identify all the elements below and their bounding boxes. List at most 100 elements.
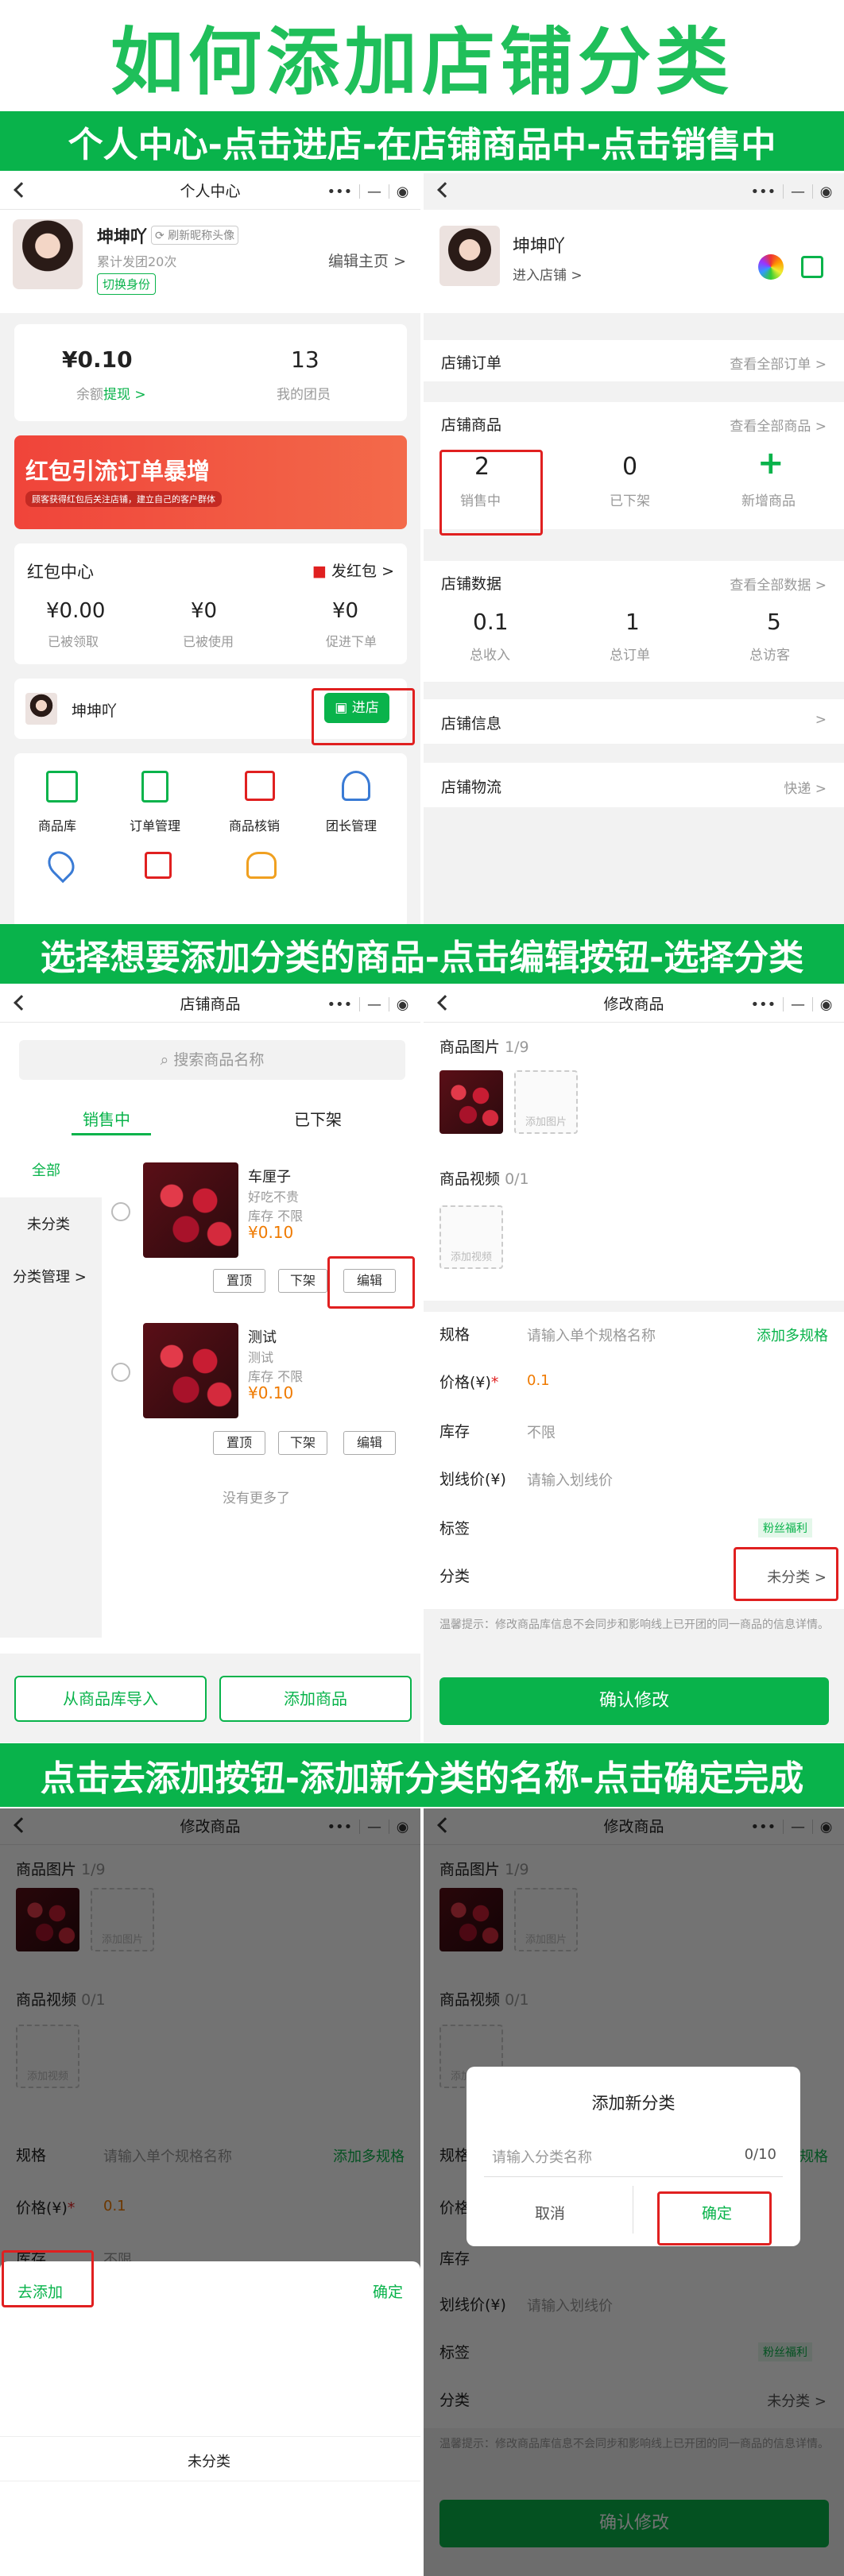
product-image <box>143 1323 238 1418</box>
bag-icon[interactable] <box>245 771 275 801</box>
shop-header: 坤坤吖 进入店铺 > <box>424 210 844 313</box>
withdraw-link[interactable]: 提现 > <box>103 387 146 403</box>
spec-input[interactable]: 请输入单个规格名称 <box>527 1325 656 1345</box>
switch-identity-button[interactable]: 切换身份 <box>97 273 157 295</box>
page-title: 如何添加店铺分类 <box>110 19 734 105</box>
highlight-on-sale <box>439 450 543 536</box>
step3-banner: 点击去添加按钮-添加新分类的名称-点击确定完成 <box>0 1743 844 1807</box>
select-radio[interactable] <box>111 1202 130 1221</box>
capsule-menu[interactable]: •••—◉ <box>323 992 412 1016</box>
add-video-box[interactable]: 添加视频 <box>439 1205 503 1269</box>
step2-banner: 选择想要添加分类的商品-点击编辑按钮-选择分类 <box>0 924 844 984</box>
group-count: 累计发团20次 <box>97 254 177 269</box>
tab-underline <box>72 1133 151 1135</box>
shop-data-section: 店铺数据 查看全部数据 > 0.1 总收入 1 总订单 5 总访客 <box>424 561 844 682</box>
add-category-screen: 修改商品 •••—◉ 商品图片 1/9 添加图片 商品视频 0/1 添加视频 规… <box>424 1808 844 2576</box>
add-goods-button[interactable]: 添加商品 <box>219 1676 412 1722</box>
pin-top-button[interactable]: 置顶 <box>213 1431 265 1455</box>
shop-screen: ••• — ◉ 坤坤吖 进入店铺 > 店铺订单 查看全部订单 > 店铺商品 查看全部商品… <box>424 173 844 924</box>
color-wheel-icon[interactable] <box>758 254 784 280</box>
shop-avatar <box>439 226 500 286</box>
capsule-menu[interactable]: •••—◉ <box>747 180 836 203</box>
no-more-text: 没有更多了 <box>223 1491 290 1507</box>
red-packet-center: 红包中心 ■ 发红包 > ¥0.00 已被领取 ¥0 已被使用 ¥0 促进下单 <box>14 543 407 664</box>
product-image <box>143 1162 238 1258</box>
balance-card: ¥0.10 余额提现 > 13 我的团员 <box>14 324 407 421</box>
user-name: 坤坤吖 <box>97 227 147 246</box>
edit-goods-screen: 修改商品 ••• — ◉ 商品图片 1/9 添加图片 商品视频 0/1 添加视频 规… <box>424 986 844 1742</box>
off-shelf-count[interactable]: 0 <box>622 453 637 481</box>
personal-center-screen: 个人中心 ••• — ◉ 坤坤吖 ⟳ 刷新昵称头像 累计发团20次 切换身份 编辑主… <box>0 173 420 924</box>
edit-home-link[interactable]: 编辑主页 > <box>328 249 406 271</box>
tip-text: 温馨提示：修改商品库信息不会同步和影响线上已开团的同一商品的信息详情。 <box>439 1619 829 1631</box>
nav-bar: 个人中心 ••• — ◉ <box>0 173 420 210</box>
capsule-menu[interactable]: •••—◉ <box>747 992 836 1016</box>
category-option[interactable]: 未分类 <box>188 2450 230 2471</box>
nav-bar: 修改商品 •••—◉ <box>424 986 844 1023</box>
char-counter: 0/10 <box>744 2146 776 2163</box>
cube-icon[interactable] <box>46 771 78 803</box>
back-icon[interactable] <box>437 182 453 198</box>
off-shelf-button[interactable]: 下架 <box>278 1431 327 1455</box>
avatar <box>13 219 83 289</box>
team-icon[interactable] <box>246 852 277 879</box>
category-sheet: 去添加 确定 未分类 <box>0 2261 420 2576</box>
search-input[interactable]: ⌕ 搜索商品名称 <box>19 1040 405 1080</box>
shop-goods-screen: 店铺商品 ••• — ◉ ⌕ 搜索商品名称 销售中 已下架 全部 未分类 分类管理 … <box>0 986 420 1742</box>
select-radio[interactable] <box>111 1363 130 1382</box>
nav-bar: 店铺商品 ••• — ◉ <box>0 986 420 1023</box>
location-icon[interactable] <box>42 845 80 884</box>
add-image-box[interactable]: 添加图片 <box>514 1070 578 1134</box>
capsule-menu[interactable]: •••—◉ <box>323 180 412 203</box>
red-packet-icon: ■ <box>312 563 327 580</box>
category-name-input[interactable]: 请输入分类名称 <box>492 2146 592 2167</box>
send-red-packet-link[interactable]: 发红包 > <box>331 563 394 580</box>
sidebar-item-category-manage[interactable]: 分类管理 > <box>13 1266 87 1286</box>
members-value: 13 <box>291 346 319 373</box>
balance-value: ¥0.10 <box>62 346 133 373</box>
pin-top-button[interactable]: 置顶 <box>213 1269 265 1293</box>
tools-grid: 商品库 订单管理 商品核销 团长管理 <box>14 753 407 924</box>
enter-store-link[interactable]: 进入店铺 > <box>513 264 583 284</box>
highlight-go-add <box>2 2250 94 2307</box>
sidebar-item-all[interactable]: 全部 <box>0 1145 102 1197</box>
order-icon[interactable] <box>141 771 168 803</box>
tab-off-shelf[interactable]: 已下架 <box>294 1107 342 1130</box>
product-name: 测试 <box>248 1329 277 1346</box>
line-price-input[interactable]: 请输入划线价 <box>527 1469 613 1490</box>
cancel-button[interactable]: 取消 <box>467 2186 633 2241</box>
highlight-category <box>734 1547 838 1601</box>
product-name: 车厘子 <box>248 1169 291 1186</box>
leader-icon[interactable] <box>342 771 370 801</box>
off-shelf-button[interactable]: 下架 <box>278 1269 327 1293</box>
highlight-confirm <box>657 2191 772 2245</box>
tag-badge[interactable]: 粉丝福利 <box>758 1518 812 1537</box>
edit-button[interactable]: 编辑 <box>343 1431 396 1455</box>
shop-orders-row[interactable]: 店铺订单 查看全部订单 > <box>424 340 844 381</box>
id-card-icon[interactable] <box>145 852 172 879</box>
sheet-confirm-button[interactable]: 确定 <box>373 2280 403 2302</box>
stock-input[interactable]: 不限 <box>527 1421 556 1442</box>
add-multi-spec-link[interactable]: 添加多规格 <box>757 1325 828 1345</box>
price-input[interactable]: 0.1 <box>527 1372 550 1389</box>
tab-on-sale[interactable]: 销售中 <box>83 1107 130 1130</box>
category-picker-screen: 修改商品 •••—◉ 商品图片 1/9 添加图片 商品视频 0/1 添加视频 规… <box>0 1808 420 2576</box>
members-label: 我的团员 <box>277 387 331 403</box>
view-all-goods-link[interactable]: 查看全部商品 > <box>730 415 827 435</box>
sidebar-item-uncategorized[interactable]: 未分类 <box>27 1213 70 1234</box>
view-all-data-link[interactable]: 查看全部数据 > <box>730 574 827 594</box>
category-sidebar: 全部 未分类 分类管理 > <box>0 1145 102 1638</box>
dialog-title: 添加新分类 <box>591 2094 676 2113</box>
product-image[interactable] <box>439 1070 503 1134</box>
confirm-edit-button[interactable]: 确认修改 <box>439 1677 829 1725</box>
step1-banner: 个人中心-点击进店-在店铺商品中-点击销售中 <box>0 111 844 171</box>
shop-logistics-row[interactable]: 店铺物流 快递 > <box>424 763 844 807</box>
red-packet-ad-banner[interactable]: 红包引流订单暴增 顾客获得红包后关注店铺，建立自己的客户群体 <box>14 435 407 529</box>
refresh-nickname-button[interactable]: ⟳ 刷新昵称头像 <box>151 226 239 245</box>
share-icon[interactable] <box>801 256 823 278</box>
nav-bar: ••• — ◉ <box>424 173 844 210</box>
shop-info-row[interactable]: 店铺信息 > <box>424 699 844 744</box>
shop-avatar <box>25 693 57 725</box>
add-goods-plus-icon[interactable]: + <box>757 445 784 482</box>
import-from-library-button[interactable]: 从商品库导入 <box>14 1676 207 1722</box>
